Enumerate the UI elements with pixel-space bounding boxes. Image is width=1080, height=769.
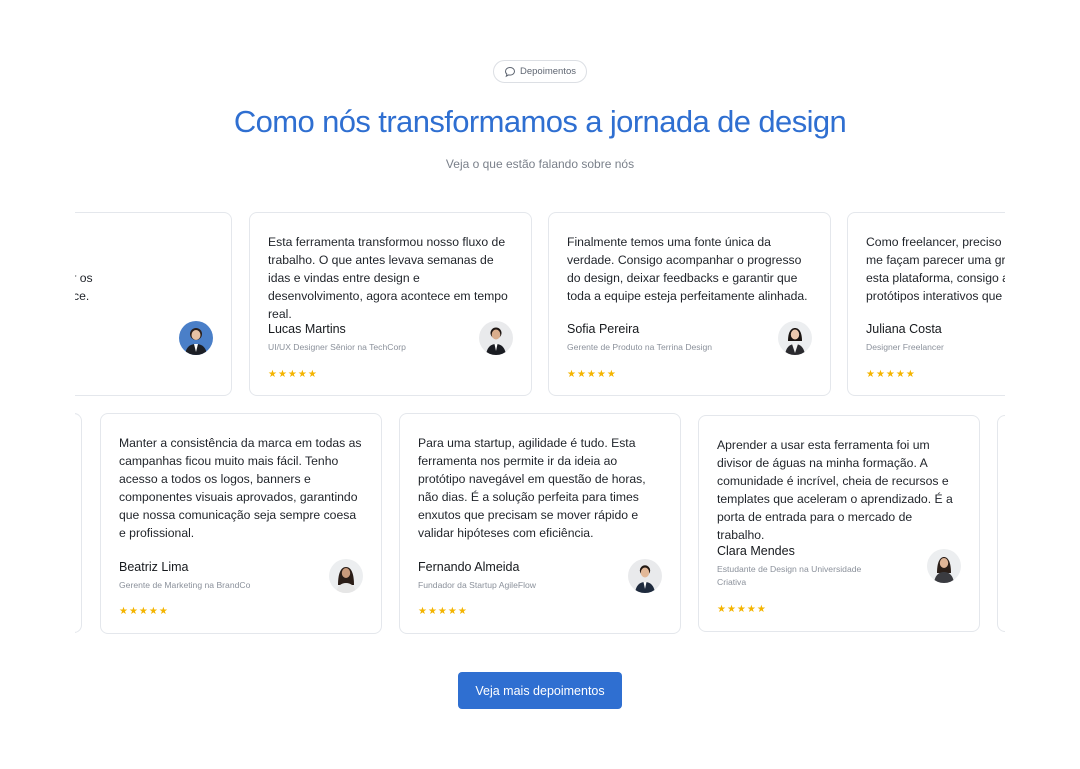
author-role: Designer Freelancer bbox=[866, 342, 944, 352]
avatar bbox=[479, 321, 513, 355]
testimonial-row-1: n deixou de ser um nspecionar ortar asse… bbox=[75, 205, 1005, 405]
testimonial-author: Sofia Pereira Gerente de Produto na Terr… bbox=[567, 322, 712, 354]
author-name: Fernando Almeida bbox=[418, 560, 520, 574]
testimonial-card bbox=[75, 413, 82, 633]
testimonial-quote: Finalmente temos uma fonte única da verd… bbox=[567, 235, 808, 303]
rating-stars: ★★★★★ bbox=[866, 369, 916, 380]
page-title: Como nós transformamos a jornada de desi… bbox=[233, 104, 847, 139]
testimonial-author: Juliana Costa Designer Freelancer bbox=[866, 322, 944, 354]
testimonial-card: Como freelancer, preciso c me façam pare… bbox=[847, 212, 1005, 396]
author-role: Estudante de Design na Universidade Cria… bbox=[717, 564, 862, 587]
avatar bbox=[778, 321, 812, 355]
testimonial-author: Beatriz Lima Gerente de Marketing na Bra… bbox=[119, 560, 250, 592]
testimonial-card: Finalmente temos uma fonte única da verd… bbox=[548, 212, 831, 396]
avatar bbox=[179, 321, 213, 355]
rating-stars: ★★★★★ bbox=[567, 369, 617, 380]
testimonial-card: Esta ferramenta transformou nosso fluxo … bbox=[249, 212, 532, 396]
author-role: Gerente de Marketing na BrandCo bbox=[119, 580, 251, 590]
author-role: Fundador da Startup AgileFlow bbox=[418, 580, 536, 590]
testimonial-quote: Aprender a usar esta ferramenta foi um d… bbox=[717, 438, 953, 542]
page-subtitle: Veja o que estão falando sobre nós bbox=[445, 157, 635, 171]
testimonial-quote: Para uma startup, agilidade é tudo. Esta… bbox=[418, 436, 646, 540]
author-name: Juliana Costa bbox=[866, 322, 942, 336]
testimonial-author: Fernando Almeida Fundador da Startup Agi… bbox=[418, 560, 536, 592]
testimonial-row-2: Manter a consistência da marca em todas … bbox=[75, 405, 1005, 645]
rating-stars: ★★★★★ bbox=[717, 604, 767, 615]
more-testimonials-button[interactable]: Veja mais depoimentos bbox=[458, 672, 622, 709]
author-name: Lucas Martins bbox=[268, 322, 346, 336]
testimonial-author: Lucas Martins UI/UX Designer Sênior na T… bbox=[268, 322, 406, 354]
avatar bbox=[329, 559, 363, 593]
testimonial-quote: Manter a consistência da marca em todas … bbox=[119, 436, 362, 540]
rating-stars: ★★★★★ bbox=[418, 606, 468, 617]
testimonial-quote: Esta ferramenta transformou nosso fluxo … bbox=[268, 235, 508, 321]
testimonial-card: Aprender a usar esta ferramenta foi um d… bbox=[698, 415, 980, 632]
testimonial-card: Manter a consistência da marca em todas … bbox=[100, 413, 382, 634]
testimonial-quote: n deixou de ser um nspecionar ortar asse… bbox=[75, 271, 93, 303]
rating-stars: ★★★★★ bbox=[119, 606, 169, 617]
testimonial-quote: Como freelancer, preciso c me façam pare… bbox=[866, 235, 1005, 303]
chat-bubble-icon bbox=[504, 66, 516, 78]
testimonial-card bbox=[997, 415, 1005, 632]
author-role: Gerente de Produto na Terrina Design bbox=[567, 342, 713, 352]
avatar bbox=[927, 549, 961, 583]
author-name: Clara Mendes bbox=[717, 544, 795, 558]
author-name: Sofia Pereira bbox=[567, 322, 640, 336]
testimonial-card: n deixou de ser um nspecionar ortar asse… bbox=[75, 212, 232, 396]
testimonial-author: Clara Mendes Estudante de Design na Univ… bbox=[717, 544, 887, 589]
rating-stars: ★★★★★ bbox=[268, 369, 318, 380]
badge-label: Depoimentos bbox=[520, 66, 576, 77]
section-badge: Depoimentos bbox=[493, 60, 587, 83]
testimonial-card: Para uma startup, agilidade é tudo. Esta… bbox=[399, 413, 681, 634]
avatar bbox=[628, 559, 662, 593]
author-name: Beatriz Lima bbox=[119, 560, 189, 574]
author-role: UI/UX Designer Sênior na TechCorp bbox=[268, 342, 406, 352]
